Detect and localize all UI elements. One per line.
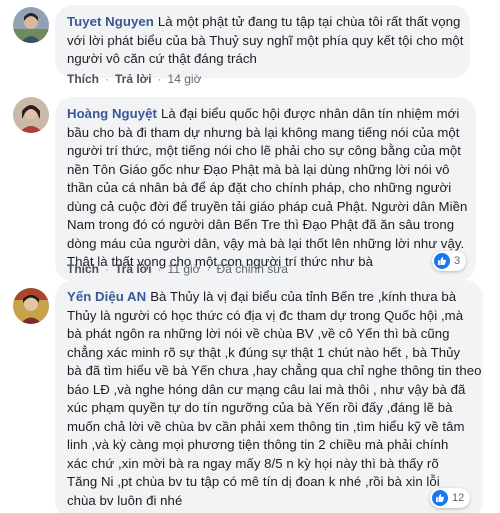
comment-text: linh ,và kỳ càng mọi phương tiện thông t…	[67, 437, 449, 452]
reply-button[interactable]: Trả lời	[115, 72, 152, 86]
comment-hoang-nguyet: Hoàng Nguyệt Là đại biểu quốc hội được nh…	[0, 95, 500, 285]
comment-text: chùa bv luôn đi nhé	[67, 492, 183, 508]
comment-text: Thủy là người có học thức có địa vị đc t…	[67, 307, 464, 323]
timestamp[interactable]: 11 giờ	[168, 262, 201, 276]
avatar[interactable]	[13, 288, 49, 324]
author-name[interactable]: Tuyet Nguyen	[67, 14, 154, 29]
comment-bubble: Tuyet Nguyen Là một phật tử đang tu tập t…	[55, 5, 470, 78]
comment-text: xúc phạm quyền tự do tín ngưỡng của bà Y…	[67, 400, 453, 415]
avatar-photo	[13, 7, 49, 43]
comment-bubble: Hoàng Nguyệt Là đại biểu quốc hội được nh…	[55, 97, 476, 281]
comment-text: Là đại biểu quốc hội được nhân dân tín n…	[160, 106, 460, 121]
comment-text: dòng máu của người dân, vậy mà bà lại th…	[67, 235, 465, 251]
author-name[interactable]: Yến Diệu AN	[67, 289, 146, 304]
comment-text: Là một phật tử đang tu tập tại chùa tôi …	[157, 14, 461, 29]
reaction-count[interactable]: 12	[430, 488, 471, 508]
comment-text: bà phát ngôn ra những lời nói về chùa BV…	[67, 326, 450, 341]
comment-actions: Thích · Trả lời · 14 giờ	[67, 72, 201, 86]
comment-text: thần của cá nhân bà để áp đặt cho chính …	[67, 180, 452, 195]
like-button[interactable]: Thích	[67, 262, 99, 276]
comment-text: nền Tôn Giáo gốc như Đạo Phật mà bà lại …	[67, 161, 450, 177]
reaction-number: 3	[454, 255, 461, 267]
reply-button[interactable]: Trả lời	[115, 262, 152, 276]
avatar-photo	[13, 97, 49, 133]
timestamp[interactable]: 14 giờ	[168, 72, 202, 86]
comment-yen-dieu-an: Yến Diệu AN Bà Thủy là vị đại biểu của tỉ…	[0, 280, 500, 513]
comment-actions: Thích · Trả lời · 11 giờ · Đã chỉnh sửa	[67, 262, 288, 276]
comment-text: Tăng Ni ,pt chùa bv tu tập có mê tín dị …	[67, 474, 440, 489]
comment-text: với lời phát biểu của bà Thuỷ suy nghĩ m…	[67, 32, 464, 48]
thumbs-up-icon	[432, 490, 448, 506]
comment-text: báo LĐ ,và nghe hóng dân cư mạng câu lai…	[67, 381, 466, 397]
comment-text: Bà Thủy là vị đại biểu của tỉnh Bến tre …	[150, 289, 457, 304]
comment-text: xác chứ ,xin mời bà ra ngay mấy 8/5 n kỳ…	[67, 455, 439, 471]
comment-text: dùng cả cuộc đời để truyền tải giáo pháp…	[67, 198, 468, 214]
reaction-count[interactable]: 3	[432, 251, 467, 271]
like-button[interactable]: Thích	[67, 72, 99, 86]
thumbs-up-icon	[434, 253, 450, 269]
comment-text: người trí thức, một tiếng nói cho lẽ phả…	[67, 143, 461, 158]
separator: ·	[105, 72, 109, 86]
avatar[interactable]	[13, 7, 49, 43]
comment-bubble: Yến Diệu AN Bà Thủy là vị đại biểu của tỉ…	[55, 280, 483, 513]
comment-text: chẳng xác minh rõ sự thật ,k đúng sự thậ…	[67, 344, 461, 360]
comment-tuyet-nguyen: Tuyet Nguyen Là một phật tử đang tu tập t…	[0, 0, 500, 95]
comment-text: Nam trong đó có người dân Bến Tre thì Đạ…	[67, 217, 455, 232]
reaction-number: 12	[452, 492, 465, 504]
separator: ·	[157, 72, 162, 86]
separator: ·	[157, 262, 162, 276]
avatar-photo	[13, 288, 49, 324]
comment-text: bà đã tìm hiểu về bà Yến chưa ,hay chẳng…	[67, 363, 482, 378]
separator: ·	[105, 262, 109, 276]
separator: ·	[206, 262, 211, 276]
author-name[interactable]: Hoàng Nguyệt	[67, 106, 157, 121]
comment-text: người vô căn cứ thật đáng trách	[67, 51, 257, 66]
edited-label[interactable]: Đã chỉnh sửa	[217, 262, 288, 276]
comment-text: muốn chả lời về chùa bv cần phải xem thô…	[67, 418, 465, 434]
comment-text: bầu cho bà đi tham dự nhưng bà lại không…	[67, 124, 460, 140]
avatar[interactable]	[13, 97, 49, 133]
